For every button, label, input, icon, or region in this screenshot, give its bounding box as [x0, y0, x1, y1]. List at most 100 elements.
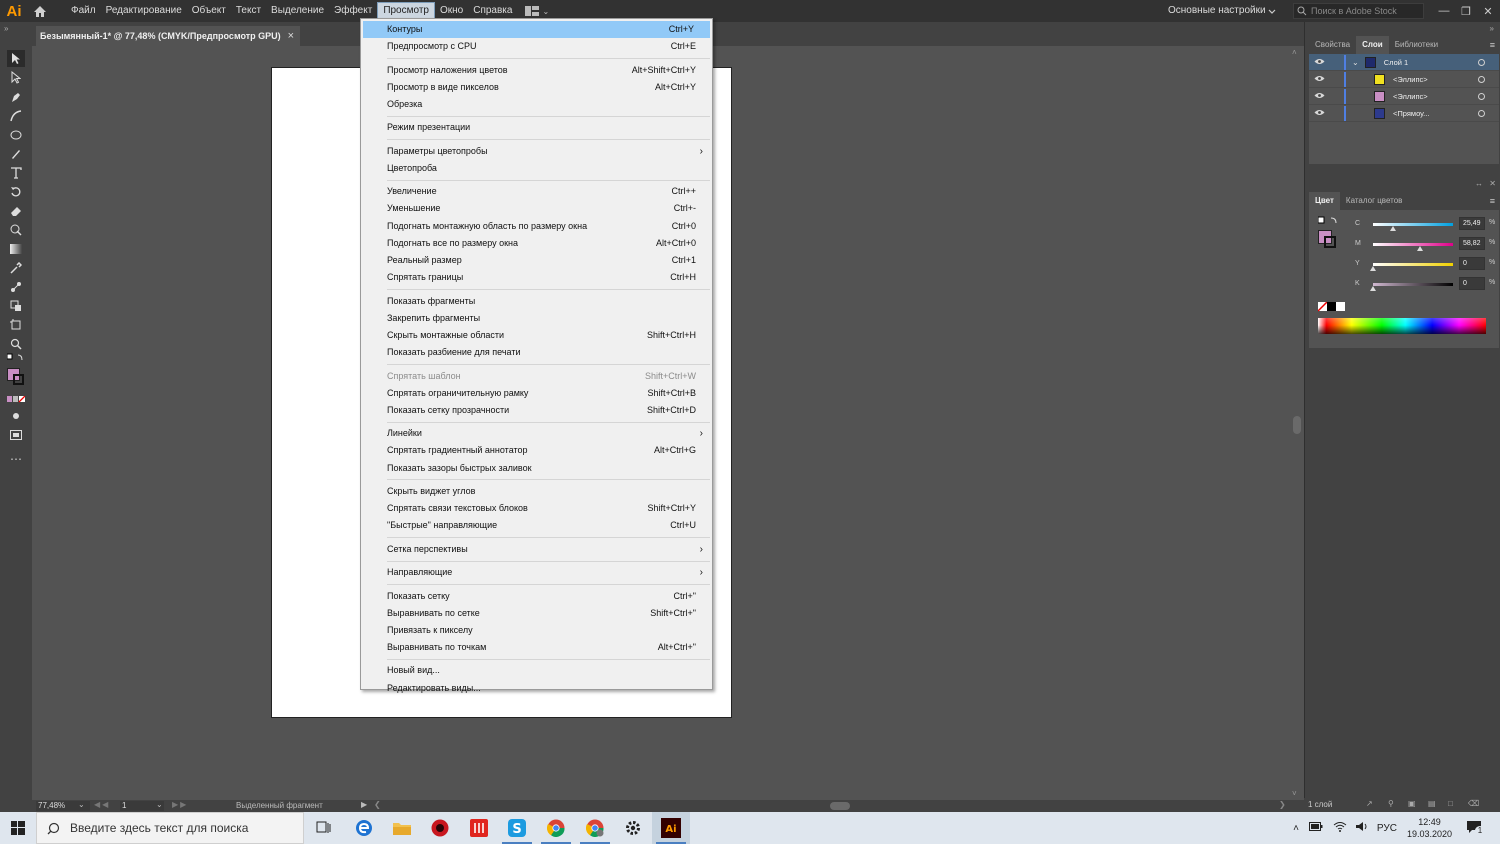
- scroll-right-icon[interactable]: ❯: [1279, 800, 1286, 809]
- draw-mode-icon[interactable]: [7, 407, 25, 424]
- close-window-button[interactable]: ✕: [1477, 0, 1499, 22]
- view-menu-item[interactable]: Просмотр в виде пикселов Alt+Ctrl+Y: [361, 79, 712, 96]
- view-menu-item[interactable]: Привязать к пикселу: [361, 622, 712, 639]
- notifications-icon[interactable]: 1: [1466, 820, 1485, 837]
- slider-value-field[interactable]: 0: [1459, 257, 1485, 270]
- slider-thumb[interactable]: [1390, 226, 1397, 231]
- view-menu-item[interactable]: "Быстрые" направляющие Ctrl+U: [361, 517, 712, 534]
- visibility-eye-icon[interactable]: [1314, 108, 1328, 119]
- trash-icon[interactable]: ⌫: [1468, 799, 1479, 808]
- none-black-white-swatches[interactable]: [1317, 301, 1346, 315]
- blend-tool-icon[interactable]: [7, 278, 25, 295]
- view-menu-item[interactable]: Показать зазоры быстрых заливок: [361, 460, 712, 477]
- curvature-tool-icon[interactable]: [7, 107, 25, 124]
- new-sublayer-icon[interactable]: ▤: [1428, 799, 1436, 808]
- slider-value-field[interactable]: 25,49: [1459, 217, 1485, 230]
- collapse-dock-icon[interactable]: »: [1490, 24, 1494, 33]
- view-menu-item[interactable]: Параметры цветопробы ›: [361, 143, 712, 160]
- status-menu-icon[interactable]: ▶: [361, 800, 367, 809]
- view-menu-item[interactable]: Показать фрагменты: [361, 293, 712, 310]
- panel-tab[interactable]: Цвет: [1309, 192, 1340, 210]
- view-menu-item[interactable]: Направляющие ›: [361, 564, 712, 581]
- view-menu-item[interactable]: Закрепить фрагменты: [361, 310, 712, 327]
- home-icon[interactable]: [28, 0, 52, 22]
- eyedropper-tool-icon[interactable]: [7, 259, 25, 276]
- view-menu-item[interactable]: Линейки ›: [361, 425, 712, 442]
- panel-tab[interactable]: Каталог цветов: [1340, 192, 1409, 210]
- wifi-icon[interactable]: [1333, 821, 1347, 835]
- view-menu-item[interactable]: Новый вид...: [361, 662, 712, 679]
- view-menu-item[interactable]: Скрыть виджет углов: [361, 483, 712, 500]
- pen-tool-icon[interactable]: [7, 88, 25, 105]
- direct-selection-tool-icon[interactable]: [7, 69, 25, 86]
- slider-track[interactable]: [1373, 223, 1453, 226]
- view-menu-item[interactable]: Спрятать градиентный аннотатор Alt+Ctrl+G: [361, 442, 712, 459]
- zoom-tool-icon[interactable]: [7, 335, 25, 352]
- chrome-profile-icon[interactable]: [576, 812, 614, 844]
- shape-builder-tool-icon[interactable]: [7, 221, 25, 238]
- view-menu-item[interactable]: Спрятать ограничительную рамку Shift+Ctrl…: [361, 385, 712, 402]
- fill-stroke-swatch[interactable]: [7, 368, 25, 390]
- new-layer-icon[interactable]: □: [1448, 799, 1453, 808]
- edge-icon[interactable]: [345, 812, 383, 844]
- menu-3[interactable]: Текст: [231, 2, 266, 20]
- workspace-switcher-icon[interactable]: ⌄: [525, 6, 549, 16]
- layer-row[interactable]: <Эллипс>: [1309, 88, 1499, 105]
- target-circle-icon[interactable]: [1478, 92, 1485, 100]
- close-icon[interactable]: ×: [288, 30, 294, 42]
- gradient-tool-icon[interactable]: [7, 240, 25, 257]
- chevron-down-icon[interactable]: ⌄: [156, 800, 163, 809]
- visibility-eye-icon[interactable]: [1314, 74, 1328, 85]
- target-circle-icon[interactable]: [1478, 58, 1485, 66]
- slider-thumb[interactable]: [1370, 286, 1376, 291]
- view-menu-item[interactable]: Редактировать виды...: [361, 680, 712, 697]
- artboard-tool-icon[interactable]: [7, 316, 25, 333]
- more-tools-icon[interactable]: ⋯: [7, 450, 25, 467]
- scroll-up-icon[interactable]: ˄: [1292, 48, 1297, 57]
- panel-tab[interactable]: Библиотеки: [1389, 36, 1444, 54]
- view-menu-item[interactable]: Подогнать все по размеру окна Alt+Ctrl+0: [361, 235, 712, 252]
- view-menu-item[interactable]: Выравнивать по сетке Shift+Ctrl+": [361, 605, 712, 622]
- view-menu-item[interactable]: Уменьшение Ctrl+-: [361, 200, 712, 217]
- view-menu-item[interactable]: Цветопроба: [361, 160, 712, 177]
- swap-colors-icon[interactable]: [7, 352, 25, 364]
- chevron-down-icon[interactable]: ⌄: [1352, 58, 1359, 67]
- illustrator-taskbar-icon[interactable]: Ai: [652, 812, 690, 844]
- minimize-button[interactable]: —: [1433, 0, 1455, 22]
- screen-mode-icon[interactable]: [7, 426, 25, 443]
- view-menu-item[interactable]: Спрятать границы Ctrl+H: [361, 269, 712, 286]
- export-icon[interactable]: ↗: [1366, 799, 1373, 808]
- slider-thumb[interactable]: [1417, 246, 1424, 251]
- view-menu-item[interactable]: Реальный размер Ctrl+1: [361, 252, 712, 269]
- taskbar-search-input[interactable]: Введите здесь текст для поиска: [36, 812, 304, 844]
- view-menu-item[interactable]: Обрезка: [361, 96, 712, 113]
- scrollbar-thumb[interactable]: [1293, 416, 1301, 434]
- panel-tab[interactable]: Слои: [1356, 36, 1389, 54]
- view-menu-item[interactable]: Сетка перспективы ›: [361, 541, 712, 558]
- windows-start-icon[interactable]: [0, 812, 36, 844]
- make-clipping-mask-icon[interactable]: ▣: [1408, 799, 1416, 808]
- target-circle-icon[interactable]: [1478, 75, 1485, 83]
- slider-track[interactable]: [1373, 263, 1453, 266]
- view-menu-item[interactable]: Скрыть монтажные области Shift+Ctrl+H: [361, 327, 712, 344]
- battery-icon[interactable]: [1308, 822, 1323, 834]
- volume-icon[interactable]: [1355, 821, 1369, 835]
- target-circle-icon[interactable]: [1478, 109, 1485, 117]
- chevron-down-icon[interactable]: [1268, 7, 1276, 18]
- layer-row[interactable]: <Эллипс>: [1309, 71, 1499, 88]
- view-menu-item[interactable]: Режим презентации: [361, 119, 712, 136]
- layer-row[interactable]: <Прямоу...: [1309, 105, 1499, 122]
- skype-icon[interactable]: S: [498, 812, 536, 844]
- scroll-left-icon[interactable]: ❮: [374, 800, 381, 809]
- chevron-down-icon[interactable]: ⌄: [78, 800, 85, 809]
- artboard-prev-icons[interactable]: ◀◀: [94, 800, 110, 809]
- panel-menu-icon[interactable]: ≡: [1490, 36, 1499, 54]
- menu-0[interactable]: Файл: [66, 2, 101, 20]
- opera-like-icon[interactable]: [421, 812, 459, 844]
- ellipse-tool-icon[interactable]: [7, 126, 25, 143]
- vertical-scrollbar[interactable]: ˄ ˅: [1290, 46, 1304, 800]
- language-indicator[interactable]: РУС: [1377, 823, 1397, 834]
- slider-value-field[interactable]: 58,82: [1459, 237, 1485, 250]
- close-icon[interactable]: ✕: [1489, 179, 1496, 188]
- symbol-sprayer-tool-icon[interactable]: [7, 297, 25, 314]
